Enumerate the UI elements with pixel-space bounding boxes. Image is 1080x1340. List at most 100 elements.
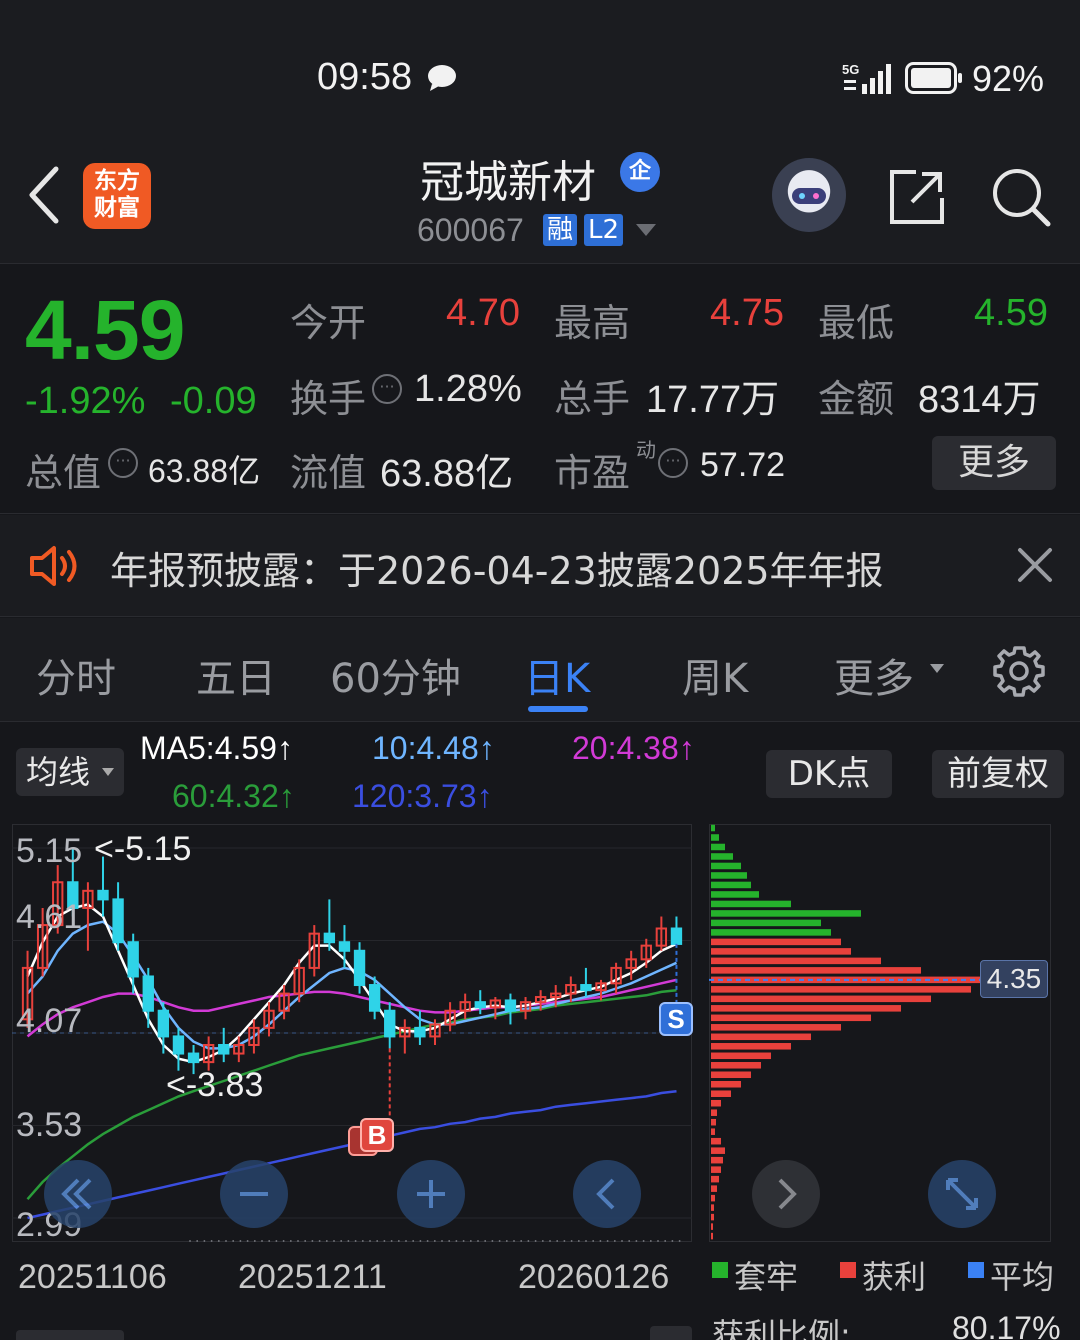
chevron-down-icon[interactable]: [102, 768, 114, 776]
candle-body: [127, 941, 139, 978]
last-price: 4.59: [25, 283, 185, 377]
chip-bar: [711, 872, 747, 879]
info-icon[interactable]: ···: [108, 448, 138, 478]
candle-body: [384, 1009, 396, 1038]
chip-bar: [711, 1014, 871, 1022]
legend-average: 平均: [990, 1258, 1055, 1296]
chip-bar: [711, 948, 851, 955]
zoom-out-button[interactable]: [220, 1160, 288, 1228]
chip-bar: [711, 1128, 715, 1135]
chip-bar: [711, 1080, 741, 1088]
stock-name[interactable]: 冠城新材: [420, 146, 596, 210]
notice-text[interactable]: 年报预披露：于2026-04-23披露2025年年报: [110, 540, 884, 595]
next-button[interactable]: [752, 1160, 820, 1228]
ma5-line: [26, 903, 678, 1064]
ma20-value: 20:4.38↑: [572, 730, 695, 766]
open-label: 今开: [290, 301, 367, 345]
chip-bar: [711, 853, 733, 860]
ma120-value: 120:3.73↑: [352, 778, 493, 814]
chip-bar: [711, 1062, 761, 1069]
gear-icon[interactable]: [992, 644, 1046, 698]
chip-bar: [711, 995, 931, 1003]
chip-bar: [711, 1005, 901, 1012]
enterprise-badge: 企: [620, 152, 660, 192]
tab-more[interactable]: 更多: [834, 646, 914, 704]
eastmoney-logo[interactable]: 东方 财富: [83, 163, 151, 229]
high-annotation: <-5.15: [94, 830, 192, 868]
candle-body: [338, 941, 351, 952]
dk-point-button[interactable]: DK点: [766, 750, 892, 798]
candle-body: [353, 949, 366, 987]
tab-60min[interactable]: 60分钟: [330, 646, 461, 704]
chip-bar: [711, 1175, 719, 1183]
chevron-down-icon[interactable]: [930, 664, 944, 673]
candle-body: [112, 898, 124, 944]
change-percent: -1.92%: [25, 380, 146, 422]
tab-daily-k[interactable]: 日K: [524, 646, 590, 704]
stock-code: 600067: [417, 212, 524, 248]
chip-bar: [711, 891, 759, 898]
bottom-toolbar-item[interactable]: [16, 1330, 124, 1340]
chip-bar: [711, 843, 725, 851]
chip-bar: [711, 1099, 721, 1107]
chip-bar: [711, 1137, 721, 1145]
chip-bar: [711, 1033, 811, 1041]
tab-five-day[interactable]: 五日: [196, 646, 276, 704]
candle-body: [157, 1009, 170, 1038]
back-arrow-icon[interactable]: [24, 165, 64, 225]
bottom-toolbar-item[interactable]: [650, 1326, 692, 1340]
chip-bar: [711, 1223, 713, 1230]
more-quote-button[interactable]: 更多: [932, 436, 1056, 490]
chip-bar: [711, 834, 719, 841]
pe-superscript: 动: [636, 438, 656, 462]
y-tick-label: 5.15: [16, 832, 83, 870]
logo-line-1: 东方: [94, 168, 140, 194]
rewind-button[interactable]: [44, 1160, 112, 1228]
info-icon[interactable]: ···: [372, 374, 402, 404]
chevron-down-icon[interactable]: [636, 224, 656, 236]
chip-bar: [711, 986, 971, 993]
ai-assistant-avatar[interactable]: [772, 158, 846, 232]
x-tick-label: 20260126: [518, 1258, 670, 1296]
candle-body: [414, 1026, 426, 1038]
battery-percent: 92%: [972, 58, 1045, 99]
tab-intraday[interactable]: 分时: [36, 646, 116, 704]
chip-bar: [711, 1071, 751, 1079]
forward-adjust-button[interactable]: 前复权: [932, 750, 1064, 798]
chip-bar: [711, 881, 751, 889]
float-cap-value: 63.88亿: [380, 453, 514, 495]
legend-swatch-trapped: [712, 1262, 728, 1278]
chip-bar: [711, 1204, 714, 1211]
buy-marker[interactable]: B: [360, 1118, 394, 1152]
close-icon[interactable]: [1016, 546, 1054, 584]
candle-body: [97, 889, 109, 901]
active-tab-indicator: [528, 706, 588, 712]
ma20-line: [26, 978, 677, 1038]
search-icon[interactable]: [990, 166, 1052, 228]
chip-bar: [711, 1024, 841, 1031]
candle-body: [142, 975, 154, 1012]
sell-marker[interactable]: S: [659, 1002, 693, 1036]
chip-bar: [711, 957, 881, 965]
high-label: 最高: [554, 301, 631, 345]
plus-icon: [417, 1180, 445, 1208]
chip-bar: [711, 1232, 713, 1240]
expand-button[interactable]: [928, 1160, 996, 1228]
previous-button[interactable]: [573, 1160, 641, 1228]
volume-label: 总手: [554, 377, 631, 421]
margin-badge: 融: [543, 214, 578, 246]
tab-weekly-k[interactable]: 周K: [682, 646, 748, 704]
chip-bar: [711, 1147, 725, 1154]
zoom-in-button[interactable]: [397, 1160, 465, 1228]
chip-bar: [711, 1043, 791, 1050]
y-tick-label: 4.61: [16, 898, 83, 936]
share-icon[interactable]: [886, 166, 948, 228]
signal-icon: 5G: [842, 60, 894, 100]
pe-label: 市盈: [554, 451, 631, 495]
chip-bar: [711, 824, 715, 832]
info-icon[interactable]: ···: [658, 448, 688, 478]
chip-bar: [711, 1185, 717, 1192]
legend-swatch-profit: [840, 1262, 856, 1278]
turnover-label: 换手: [290, 377, 367, 421]
change-amount: -0.09: [170, 380, 257, 422]
